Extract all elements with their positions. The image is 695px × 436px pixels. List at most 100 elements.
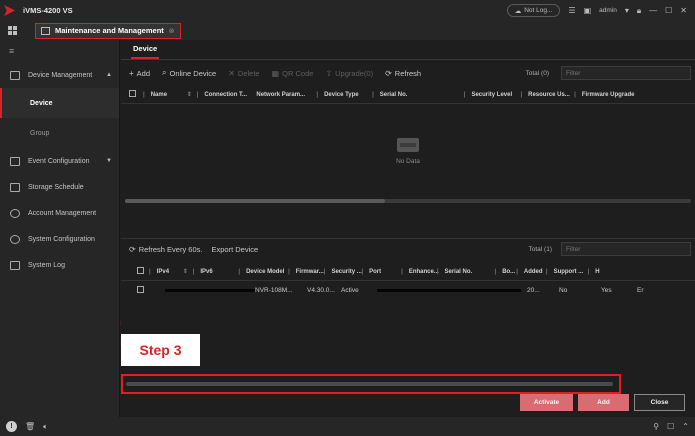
main-panel: Device + Add ⌕ Online Device ✕ Delete ▦ QR C… [121,40,695,417]
list-icon[interactable]: ☰ [568,6,575,15]
lock-icon[interactable]: 🔒︎ [637,6,641,16]
column-ipv4[interactable]: IPv4 [153,269,183,275]
cloud-login-button[interactable]: ☁ Not Log... [506,4,561,17]
module-grid-icon[interactable] [8,26,17,35]
column-security[interactable]: Security ... [327,269,361,275]
sort-icon[interactable]: ⇕ [187,91,195,98]
collapse-icon[interactable]: ⌃ [682,422,689,431]
app-logo-icon [4,5,15,16]
upgrade-icon: ⇧ [325,68,333,78]
empty-state: No Data [121,104,695,199]
close-button[interactable]: Close [634,394,685,411]
tab-maintenance-management[interactable]: Maintenance and Management ⊗ [35,22,181,39]
activate-button[interactable]: Activate [520,394,573,411]
menu-toggle-icon[interactable]: ≡ [0,40,119,62]
tab-close-icon[interactable]: ⊗ [169,27,175,35]
device-filter-input[interactable] [561,66,691,80]
tab-device[interactable]: Device [131,39,160,59]
column-support[interactable]: Support ... [550,269,586,275]
search-icon: ⌕ [162,68,167,77]
online-total: Total (1) [528,245,552,253]
system-log-icon [10,260,20,270]
sidebar: ≡ Device Management ▲ Device Group Event… [0,40,120,417]
sidebar-item-group[interactable]: Group [0,118,119,148]
sidebar-item-system-log[interactable]: System Log [0,252,119,278]
refresh-icon: ⟳ [385,68,392,78]
redacted-ip [165,288,255,292]
column-name[interactable]: Name [147,92,187,98]
column-added[interactable]: Added [520,269,544,275]
add-device-button[interactable]: Add [578,394,629,411]
select-all-checkbox[interactable] [129,90,136,97]
sidebar-item-device-management[interactable]: Device Management ▲ [0,62,119,88]
device-table-scrollbar[interactable] [125,199,691,203]
column-device-type[interactable]: Device Type [320,92,370,98]
title-bar: iVMS-4200 VS ☁ Not Log... ☰ ▣ admin ▾ 🔒︎… [0,0,695,21]
device-toolbar: + Add ⌕ Online Device ✕ Delete ▦ QR Code ⇧ Up… [121,60,695,86]
column-h[interactable]: H [591,269,599,275]
speaker-icon[interactable]: 🔈︎ [43,422,48,432]
device-table-header: | Name ⇕ | Connection T... Network Param… [121,86,695,104]
column-security-level[interactable]: Security Level [467,92,518,98]
column-serial-no[interactable]: Serial No. [376,92,462,98]
column-network-parameters[interactable]: Network Param... [252,92,314,98]
column-port[interactable]: Port [365,269,399,275]
chevron-down-icon[interactable]: ▾ [625,6,629,15]
delete-icon: ✕ [228,68,235,78]
column-connection-type[interactable]: Connection T... [200,92,252,98]
sidebar-item-account-management[interactable]: Account Management [0,200,119,226]
pin-icon[interactable]: ⚲ [653,422,659,431]
image-icon[interactable]: ▣ [584,6,592,15]
column-boot-time[interactable]: Bo... [498,269,515,275]
sidebar-item-system-configuration[interactable]: System Configuration [0,226,119,252]
refresh-button[interactable]: ⟳ Refresh [385,69,421,78]
alert-icon[interactable]: ! [6,421,17,432]
online-device-button[interactable]: ⌕ Online Device [162,68,216,78]
event-config-icon [10,156,20,166]
sidebar-item-event-configuration[interactable]: Event Configuration ▼ [0,148,119,174]
upgrade-button[interactable]: ⇧ Upgrade(0) [325,69,373,78]
refresh-interval-button[interactable]: ⟳ Refresh Every 60s. [129,245,202,254]
chevron-up-icon: ▲ [106,72,112,78]
column-resource-usage[interactable]: Resource Us... [524,92,572,98]
column-firmware[interactable]: Firmwar... [292,269,324,275]
sidebar-item-storage-schedule[interactable]: Storage Schedule [0,174,119,200]
window-icon[interactable]: ☐ [667,422,674,431]
highlight-box [121,374,621,394]
trash-icon[interactable]: 🗑︎ [25,422,35,431]
delete-button[interactable]: ✕ Delete [228,69,259,78]
scroll-thumb[interactable] [125,199,385,203]
sidebar-item-device[interactable]: Device [0,88,119,118]
add-button[interactable]: + Add [129,69,150,78]
online-table-header: | IPv4 ⇕ | IPv6 | Device Model | Firmwar… [121,263,695,281]
storage-icon [10,182,20,192]
system-config-icon [10,234,20,244]
maximize-icon[interactable]: ☐ [665,6,672,15]
device-management-icon [10,70,20,80]
step-label: Step 3 [121,334,200,366]
minimize-icon[interactable]: — [649,6,657,15]
app-title: iVMS-4200 VS [23,6,73,15]
column-firmware-upgrade[interactable]: Firmware Upgrade [578,92,648,98]
module-tab-bar: Maintenance and Management ⊗ [0,21,695,40]
user-menu[interactable]: admin [599,7,617,14]
plus-icon: + [129,68,134,78]
refresh-icon: ⟳ [129,244,136,254]
redacted-serial [377,288,521,292]
qr-code-button[interactable]: ▦ QR Code [272,69,314,78]
account-icon [10,208,20,218]
export-device-button[interactable]: Export Device [211,245,258,254]
online-filter-input[interactable] [561,242,691,256]
qr-code-icon: ▦ [271,68,280,78]
chevron-down-icon: ▼ [106,158,112,164]
column-ipv6[interactable]: IPv6 [196,269,236,275]
column-device-model[interactable]: Device Model [242,269,286,275]
sort-icon[interactable]: ⇕ [183,268,191,275]
close-icon[interactable]: ✕ [680,6,687,15]
column-serial-no[interactable]: Serial No. [441,269,493,275]
module-icon [41,26,50,35]
table-row[interactable]: NVR-108M... V4.30.0... Active 20... No Y… [121,281,695,299]
status-bar: ! 🗑︎ 🔈︎ ⚲ ☐ ⌃ [0,417,695,436]
column-enhance[interactable]: Enhance... [405,269,439,275]
cloud-icon: ☁ [514,7,522,15]
